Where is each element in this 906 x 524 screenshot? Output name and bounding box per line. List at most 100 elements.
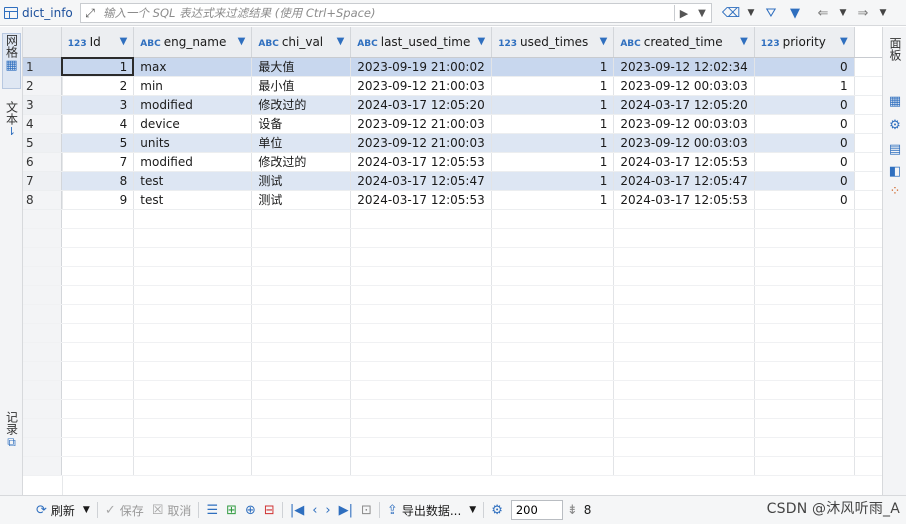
edit-row-button[interactable]: ☰ bbox=[202, 499, 222, 521]
results-grid[interactable]: 123 Id ▼ ABC eng_name ▼ ABC chi_val ▼ ABC last_… bbox=[23, 27, 882, 495]
fetch-next-button[interactable]: ⇟ bbox=[563, 499, 582, 521]
sort-icon[interactable]: ▼ bbox=[238, 36, 246, 47]
filter-settings-icon[interactable]: ⛛ bbox=[762, 4, 780, 22]
table-cell[interactable]: 2024-03-17 12:05:53 bbox=[350, 190, 493, 210]
table-cell[interactable]: 0 bbox=[754, 114, 855, 134]
table-cell[interactable]: max bbox=[133, 57, 253, 77]
group-icon[interactable]: ⁘ bbox=[886, 183, 904, 201]
column-header-used-times[interactable]: 123 used_times ▼ bbox=[491, 27, 615, 58]
row-number[interactable]: 5 bbox=[23, 133, 62, 153]
table-cell[interactable]: 1 bbox=[491, 95, 615, 115]
table-cell[interactable]: 8 bbox=[61, 171, 135, 191]
row-number[interactable]: 7 bbox=[23, 171, 62, 191]
settings-icon[interactable]: ⚙ bbox=[886, 117, 904, 135]
table-row[interactable]: 4 4 device 设备 2023-09-12 21:00:03 1 2023-09-12… bbox=[23, 114, 882, 134]
sort-icon[interactable]: ▼ bbox=[478, 36, 486, 47]
table-row[interactable]: 1 1 max 最大值 2023-09-19 21:00:02 1 2023-09-12 1… bbox=[23, 57, 882, 77]
table-cell[interactable]: 最小值 bbox=[251, 76, 352, 96]
row-number-header[interactable] bbox=[23, 27, 62, 58]
add-row-button[interactable]: ⊞ bbox=[222, 499, 241, 521]
chevron-down-icon[interactable]: ▼ bbox=[746, 4, 756, 22]
table-cell[interactable]: 2024-03-17 12:05:53 bbox=[613, 190, 755, 210]
fetch-size-input[interactable] bbox=[510, 500, 563, 520]
filter-input[interactable] bbox=[99, 4, 674, 22]
table-row[interactable]: 2 2 min 最小值 2023-09-12 21:00:03 1 2023-09-12 0… bbox=[23, 76, 882, 96]
table-cell[interactable]: 1 bbox=[491, 114, 615, 134]
table-cell[interactable]: test bbox=[133, 190, 253, 210]
back-icon[interactable]: ⇐ bbox=[814, 4, 832, 22]
chevron-down-icon[interactable]: ▼ bbox=[838, 4, 848, 22]
table-cell[interactable]: 7 bbox=[61, 152, 135, 172]
table-cell[interactable]: units bbox=[133, 133, 253, 153]
column-header-id[interactable]: 123 Id ▼ bbox=[61, 27, 135, 58]
settings-button[interactable]: ⚙ bbox=[487, 499, 507, 521]
table-cell[interactable]: modified bbox=[133, 95, 253, 115]
row-number[interactable]: 2 bbox=[23, 76, 62, 96]
grid-layout-icon[interactable]: ▦ bbox=[886, 93, 904, 111]
sort-icon[interactable]: ▼ bbox=[840, 36, 848, 47]
table-cell[interactable]: 2024-03-17 12:05:53 bbox=[613, 152, 755, 172]
table-cell[interactable]: min bbox=[133, 76, 253, 96]
table-cell[interactable]: 0 bbox=[754, 152, 855, 172]
table-cell[interactable]: 修改过的 bbox=[251, 152, 352, 172]
column-header-chi-val[interactable]: ABC chi_val ▼ bbox=[251, 27, 352, 58]
table-cell[interactable]: 测试 bbox=[251, 171, 352, 191]
table-cell[interactable]: 测试 bbox=[251, 190, 352, 210]
copy-row-button[interactable]: ⊕ bbox=[241, 499, 260, 521]
table-config-icon[interactable]: ▤ bbox=[886, 141, 904, 159]
table-row[interactable]: 8 9 test 测试 2024-03-17 12:05:53 1 2024-03-17 1… bbox=[23, 190, 882, 210]
table-cell[interactable]: 0 bbox=[754, 190, 855, 210]
table-row[interactable]: 7 8 test 测试 2024-03-17 12:05:47 1 2024-03-17 1… bbox=[23, 171, 882, 191]
table-cell[interactable]: 2023-09-12 00:03:03 bbox=[613, 114, 755, 134]
table-cell[interactable]: 1 bbox=[754, 76, 855, 96]
save-button[interactable]: ✓ 保存 bbox=[101, 499, 148, 521]
table-cell[interactable]: 修改过的 bbox=[251, 95, 352, 115]
sort-icon[interactable]: ▼ bbox=[600, 36, 608, 47]
table-row[interactable]: 6 7 modified 修改过的 2024-03-17 12:05:53 1 2024-0… bbox=[23, 152, 882, 172]
row-number[interactable]: 1 bbox=[23, 57, 62, 77]
table-cell[interactable]: 2 bbox=[61, 76, 135, 96]
last-page-button[interactable]: ▶| bbox=[335, 499, 357, 521]
table-cell[interactable]: 单位 bbox=[251, 133, 352, 153]
refresh-button[interactable]: ⟳ 刷新 bbox=[32, 499, 79, 521]
table-cell[interactable]: 2024-03-17 12:05:20 bbox=[350, 95, 493, 115]
forward-icon[interactable]: ⇒ bbox=[854, 4, 872, 22]
table-cell[interactable]: 2024-03-17 12:05:47 bbox=[350, 171, 493, 191]
table-cell[interactable]: test bbox=[133, 171, 253, 191]
tab-record[interactable]: 记录 ⧉ bbox=[2, 411, 21, 461]
table-cell[interactable]: 2023-09-12 21:00:03 bbox=[350, 76, 493, 96]
table-cell[interactable]: 2024-03-17 12:05:53 bbox=[350, 152, 493, 172]
expand-icon[interactable]: ⤢ bbox=[81, 6, 99, 21]
table-cell[interactable]: 1 bbox=[491, 190, 615, 210]
table-cell[interactable]: 0 bbox=[754, 57, 855, 77]
table-name-tab[interactable]: dict_info bbox=[4, 3, 73, 23]
table-cell[interactable]: 2023-09-19 21:00:02 bbox=[350, 57, 493, 77]
table-cell[interactable]: 1 bbox=[61, 57, 135, 77]
table-cell[interactable]: 2023-09-12 12:02:34 bbox=[613, 57, 755, 77]
table-cell[interactable]: 3 bbox=[61, 95, 135, 115]
table-cell[interactable]: 最大值 bbox=[251, 57, 352, 77]
table-cell[interactable]: device bbox=[133, 114, 253, 134]
chevron-down-icon[interactable]: ▼ bbox=[79, 499, 94, 521]
table-row[interactable]: 5 5 units 单位 2023-09-12 21:00:03 1 2023-09-12 … bbox=[23, 133, 882, 153]
table-cell[interactable]: modified bbox=[133, 152, 253, 172]
fetch-all-button[interactable]: ⊡ bbox=[357, 499, 376, 521]
table-cell[interactable]: 2024-03-17 12:05:47 bbox=[613, 171, 755, 191]
filter-icon[interactable]: ▼ bbox=[786, 4, 804, 22]
table-cell[interactable]: 1 bbox=[491, 133, 615, 153]
table-cell[interactable]: 0 bbox=[754, 95, 855, 115]
row-number[interactable]: 4 bbox=[23, 114, 62, 134]
column-header-priority[interactable]: 123 priority ▼ bbox=[754, 27, 855, 58]
sort-icon[interactable]: ▼ bbox=[120, 36, 128, 47]
table-cell[interactable]: 1 bbox=[491, 171, 615, 191]
first-page-button[interactable]: |◀ bbox=[286, 499, 308, 521]
row-number[interactable]: 8 bbox=[23, 190, 62, 210]
table-cell[interactable]: 1 bbox=[491, 76, 615, 96]
table-cell[interactable]: 5 bbox=[61, 133, 135, 153]
eraser-icon[interactable]: ⌫ bbox=[722, 4, 740, 22]
filter-history-icon[interactable]: ▼ bbox=[693, 8, 711, 19]
table-cell[interactable]: 0 bbox=[754, 171, 855, 191]
cancel-button[interactable]: ☒ 取消 bbox=[148, 499, 196, 521]
column-header-eng-name[interactable]: ABC eng_name ▼ bbox=[133, 27, 253, 58]
delete-row-button[interactable]: ⊟ bbox=[260, 499, 279, 521]
